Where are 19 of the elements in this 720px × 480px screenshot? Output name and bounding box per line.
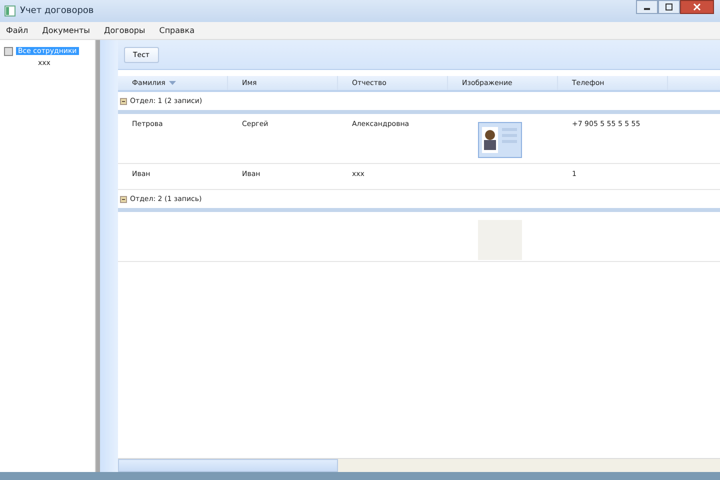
window-title: Учет договоров bbox=[20, 6, 94, 16]
close-button[interactable] bbox=[680, 0, 714, 14]
expand-toggle[interactable] bbox=[120, 196, 127, 202]
person-card-icon bbox=[478, 122, 522, 158]
minimize-button[interactable] bbox=[636, 0, 658, 14]
maximize-button[interactable] bbox=[658, 0, 680, 14]
horizontal-scrollbar[interactable] bbox=[118, 458, 720, 472]
menu-item[interactable]: Документы bbox=[42, 26, 90, 35]
close-icon bbox=[692, 3, 702, 11]
image-placeholder bbox=[478, 220, 522, 260]
scrollbar-thumb[interactable] bbox=[118, 459, 338, 472]
window-icon bbox=[4, 5, 16, 17]
menu-item[interactable]: Файл bbox=[6, 26, 28, 35]
maximize-icon bbox=[664, 3, 674, 11]
sort-arrow-icon bbox=[169, 80, 176, 86]
node-icon bbox=[4, 46, 13, 56]
menu-item[interactable]: Справка bbox=[159, 26, 194, 35]
menu-item[interactable]: Договоры bbox=[104, 26, 146, 35]
expand-toggle[interactable] bbox=[120, 98, 127, 104]
